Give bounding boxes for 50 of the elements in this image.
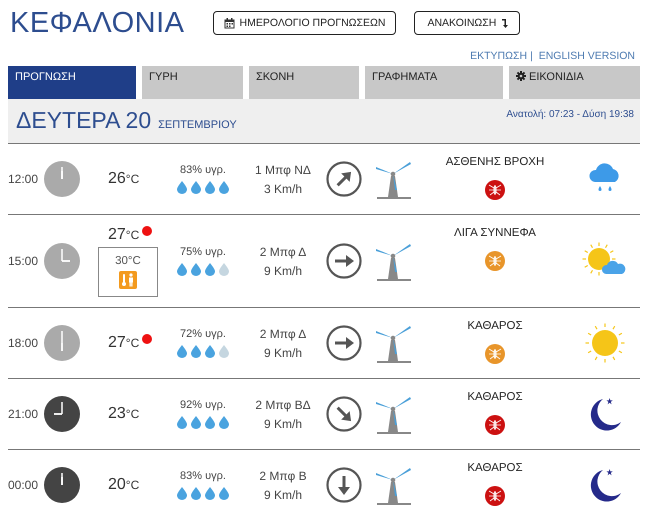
wind-force-text: 2 Μπφ Δ <box>260 244 306 258</box>
time-label: 12:00 <box>8 172 40 186</box>
temperature: 27°C <box>108 334 140 352</box>
humidity-text: 83% υγρ. <box>180 164 226 176</box>
wind-speed-text: 9 Km/h <box>264 488 302 502</box>
condition-text: ΛΙΓΑ ΣΥΝΝΕΦΑ <box>454 227 536 239</box>
humidity-text: 92% υγρ. <box>180 399 226 411</box>
time-label: 18:00 <box>8 336 40 350</box>
time-label: 00:00 <box>8 478 40 492</box>
wind-speed-text: 9 Km/h <box>264 346 302 360</box>
gear-icon <box>516 71 526 81</box>
condition-text: ΑΣΘΕΝΗΣ ΒΡΟΧΗ <box>446 156 544 168</box>
wind-force-text: 2 Μπφ ΒΔ <box>255 398 311 412</box>
humidity-text: 75% υγρ. <box>180 246 226 258</box>
sun-icon <box>585 323 625 363</box>
temperature: 26°C <box>108 170 140 188</box>
tab[interactable]: ΓΡΑΦΗΜΑΤΑ <box>365 66 503 99</box>
temperature: 23°C <box>108 405 140 423</box>
calendar-button[interactable]: ΗΜΕΡΟΛΟΓΙΟ ΠΡΟΓΝΩΣΕΩΝ <box>212 11 396 35</box>
heat-person-icon <box>119 270 137 288</box>
day-heading: ΔΕΥΤΕΡΑ 20 <box>16 107 152 134</box>
wind-force-text: 2 Μπφ Δ <box>260 326 306 340</box>
header-link[interactable]: ENGLISH VERSION <box>538 50 635 62</box>
header-link[interactable]: ΕΚΤΥΠΩΣΗ <box>470 50 528 62</box>
humidity-text: 72% υγρ. <box>180 328 226 340</box>
tab[interactable]: ΣΚΟΝΗ <box>249 66 359 99</box>
tab[interactable]: ΕΙΚΟΝΙΔΙΑ <box>509 66 640 99</box>
wind-speed-text: 9 Km/h <box>264 264 302 278</box>
condition-text: ΚΑΘΑΡΟΣ <box>467 462 523 474</box>
feels-like-temperature: 30°C <box>115 254 141 266</box>
wind-speed-text: 9 Km/h <box>264 416 302 430</box>
sunrise-sunset-text: Ανατολή: 07:23 - Δύση 19:38 <box>506 108 634 122</box>
wind-speed-text: 3 Km/h <box>264 182 302 196</box>
condition-text: ΚΑΘΑΡΟΣ <box>467 320 523 332</box>
tab[interactable]: ΓΥΡΗ <box>142 66 243 99</box>
temperature: 20°C <box>108 476 140 494</box>
time-label: 21:00 <box>8 407 40 421</box>
link-separator: | <box>530 50 533 62</box>
wind-force-text: 2 Μπφ Β <box>259 468 307 482</box>
month-label: ΣΕΠΤΕΜΒΡΙΟΥ <box>158 119 237 131</box>
time-label: 15:00 <box>8 254 40 268</box>
tab[interactable]: ΠΡΟΓΝΩΣΗ <box>8 66 136 99</box>
city-title: ΚΕΦΑΛΟΝΙΑ <box>10 6 184 40</box>
temperature: 27°C <box>108 226 140 244</box>
condition-text: ΚΑΘΑΡΟΣ <box>467 391 523 403</box>
down-arrow-icon <box>501 18 510 28</box>
wind-force-text: 1 Μπφ ΝΔ <box>255 162 311 176</box>
humidity-text: 83% υγρ. <box>180 470 226 482</box>
announcement-button[interactable]: ΑΝΑΚΟΙΝΩΣΗ <box>414 11 520 35</box>
calendar-icon <box>224 18 234 28</box>
